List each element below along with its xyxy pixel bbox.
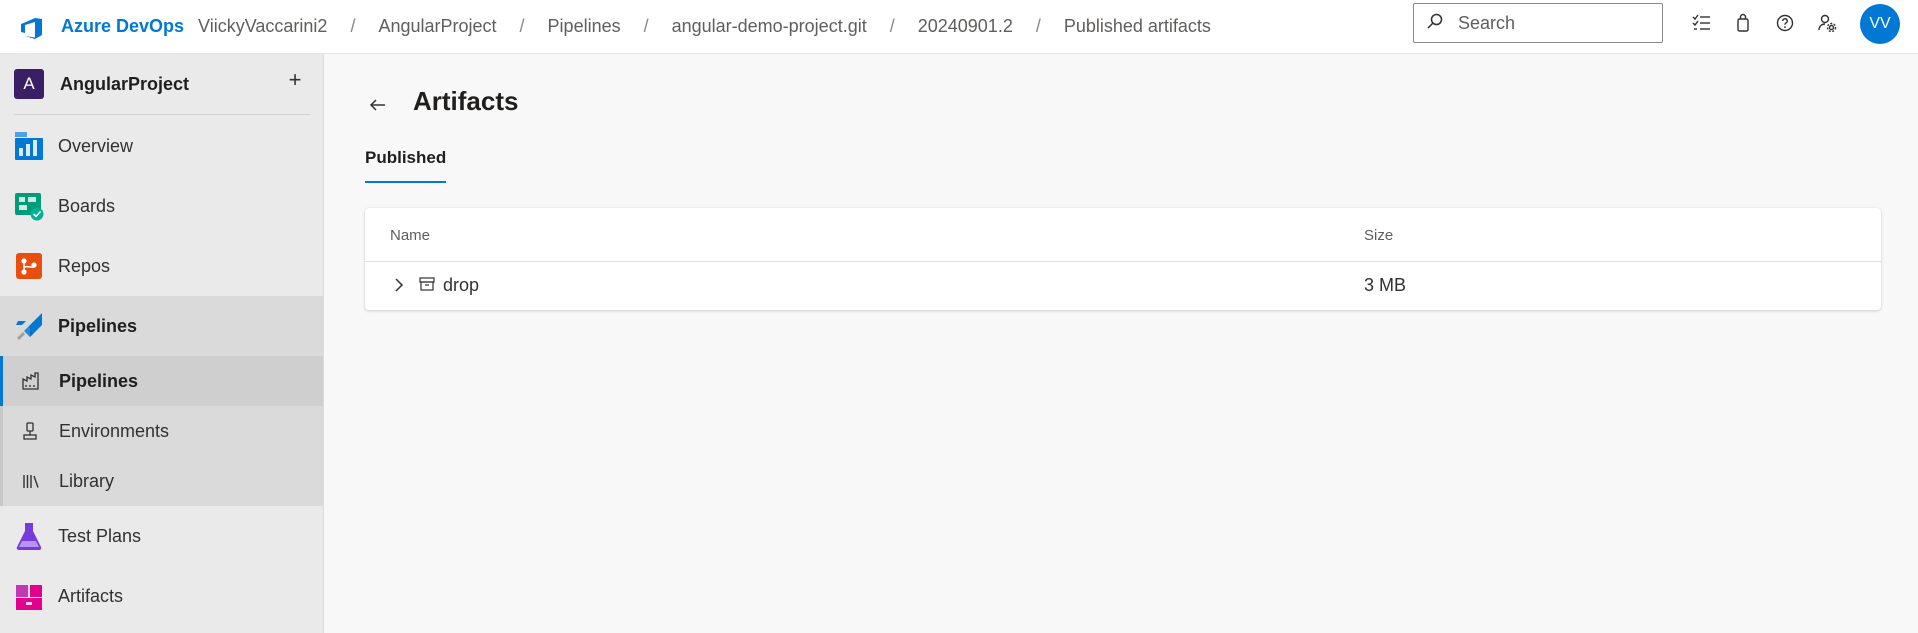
sidebar-item-label: Boards: [58, 195, 116, 216]
main-content: Artifacts Published Name Size drop 3 MB: [325, 54, 1918, 633]
boards-icon: [15, 193, 44, 221]
top-bar: Azure DevOps ViickyVaccarini2 / AngularP…: [0, 0, 1918, 54]
sidebar-subitem-pipelines[interactable]: Pipelines: [0, 356, 323, 406]
project-badge: A: [14, 69, 44, 99]
breadcrumb-separator: /: [1035, 16, 1041, 36]
search-icon: [1426, 12, 1444, 35]
breadcrumb-separator: /: [519, 16, 525, 36]
shopping-bag-icon[interactable]: [1728, 8, 1758, 38]
pipelines-submenu: Pipelines Environments Library: [0, 356, 323, 506]
column-header-name[interactable]: Name: [390, 227, 430, 244]
table-header: Name Size: [365, 208, 1881, 262]
sidebar-item-test-plans[interactable]: Test Plans: [0, 506, 323, 566]
column-header-size[interactable]: Size: [1364, 227, 1393, 244]
task-list-icon[interactable]: [1686, 8, 1716, 38]
sidebar-item-label: Repos: [58, 255, 111, 276]
library-icon: [20, 470, 42, 492]
sidebar-item-overview[interactable]: Overview: [0, 116, 323, 176]
sidebar-item-label: Test Plans: [58, 525, 142, 546]
sidebar-item-label: Environments: [59, 420, 170, 441]
pipelines-sub-icon: [20, 370, 42, 392]
breadcrumb-current-page[interactable]: Published artifacts: [1064, 16, 1211, 37]
sidebar-item-pipelines[interactable]: Pipelines: [0, 296, 323, 356]
repos-icon: [16, 253, 42, 279]
sidebar-subitem-library[interactable]: Library: [0, 456, 323, 506]
brand-label[interactable]: Azure DevOps: [61, 16, 184, 37]
environments-icon: [20, 420, 42, 442]
page-title: Artifacts: [413, 86, 519, 116]
sidebar-item-label: Pipelines: [58, 315, 138, 336]
sidebar-item-artifacts[interactable]: Artifacts: [0, 566, 323, 626]
sidebar-item-label: Library: [59, 470, 115, 491]
breadcrumb-separator: /: [889, 16, 895, 36]
sidebar-item-repos[interactable]: Repos: [0, 236, 323, 296]
add-icon[interactable]: +: [283, 67, 307, 92]
archive-box-icon: [418, 275, 436, 293]
pipelines-icon: [16, 313, 42, 340]
sidebar: A AngularProject + Overview Boards Repos…: [0, 54, 324, 633]
breadcrumb-run[interactable]: 20240901.2: [918, 16, 1013, 37]
artifacts-table: Name Size drop 3 MB: [365, 208, 1881, 310]
chevron-right-icon[interactable]: [390, 276, 408, 294]
project-name: AngularProject: [60, 73, 190, 94]
search-box[interactable]: [1413, 3, 1663, 43]
tab-published[interactable]: Published: [365, 148, 447, 183]
user-settings-icon[interactable]: [1812, 8, 1842, 38]
help-icon[interactable]: [1770, 8, 1800, 38]
breadcrumb-pipeline[interactable]: angular-demo-project.git: [672, 16, 867, 37]
artifact-size: 3 MB: [1364, 275, 1407, 295]
project-header[interactable]: A AngularProject +: [0, 54, 323, 114]
table-row[interactable]: drop 3 MB: [365, 262, 1881, 310]
breadcrumb-project[interactable]: AngularProject: [378, 16, 496, 37]
sidebar-divider: [14, 114, 310, 115]
artifacts-icon: [16, 585, 42, 610]
top-icons: [1686, 8, 1854, 38]
breadcrumb: ViickyVaccarini2 / AngularProject / Pipe…: [198, 16, 1211, 37]
azure-devops-logo-icon[interactable]: [17, 13, 45, 41]
test-plans-icon: [16, 523, 42, 551]
breadcrumb-organization[interactable]: ViickyVaccarini2: [198, 16, 327, 37]
artifact-name[interactable]: drop: [443, 275, 479, 296]
sidebar-item-boards[interactable]: Boards: [0, 176, 323, 236]
avatar[interactable]: VV: [1860, 4, 1900, 44]
search-input[interactable]: [1458, 12, 1648, 34]
breadcrumb-pipelines[interactable]: Pipelines: [548, 16, 621, 37]
sidebar-subitem-environments[interactable]: Environments: [0, 406, 323, 456]
breadcrumb-separator: /: [643, 16, 649, 36]
sidebar-item-label: Artifacts: [58, 585, 124, 606]
sidebar-item-label: Overview: [58, 135, 134, 156]
overview-icon: [15, 132, 43, 160]
sidebar-item-label: Pipelines: [59, 370, 139, 391]
back-arrow-icon[interactable]: [365, 92, 391, 118]
breadcrumb-separator: /: [350, 16, 356, 36]
